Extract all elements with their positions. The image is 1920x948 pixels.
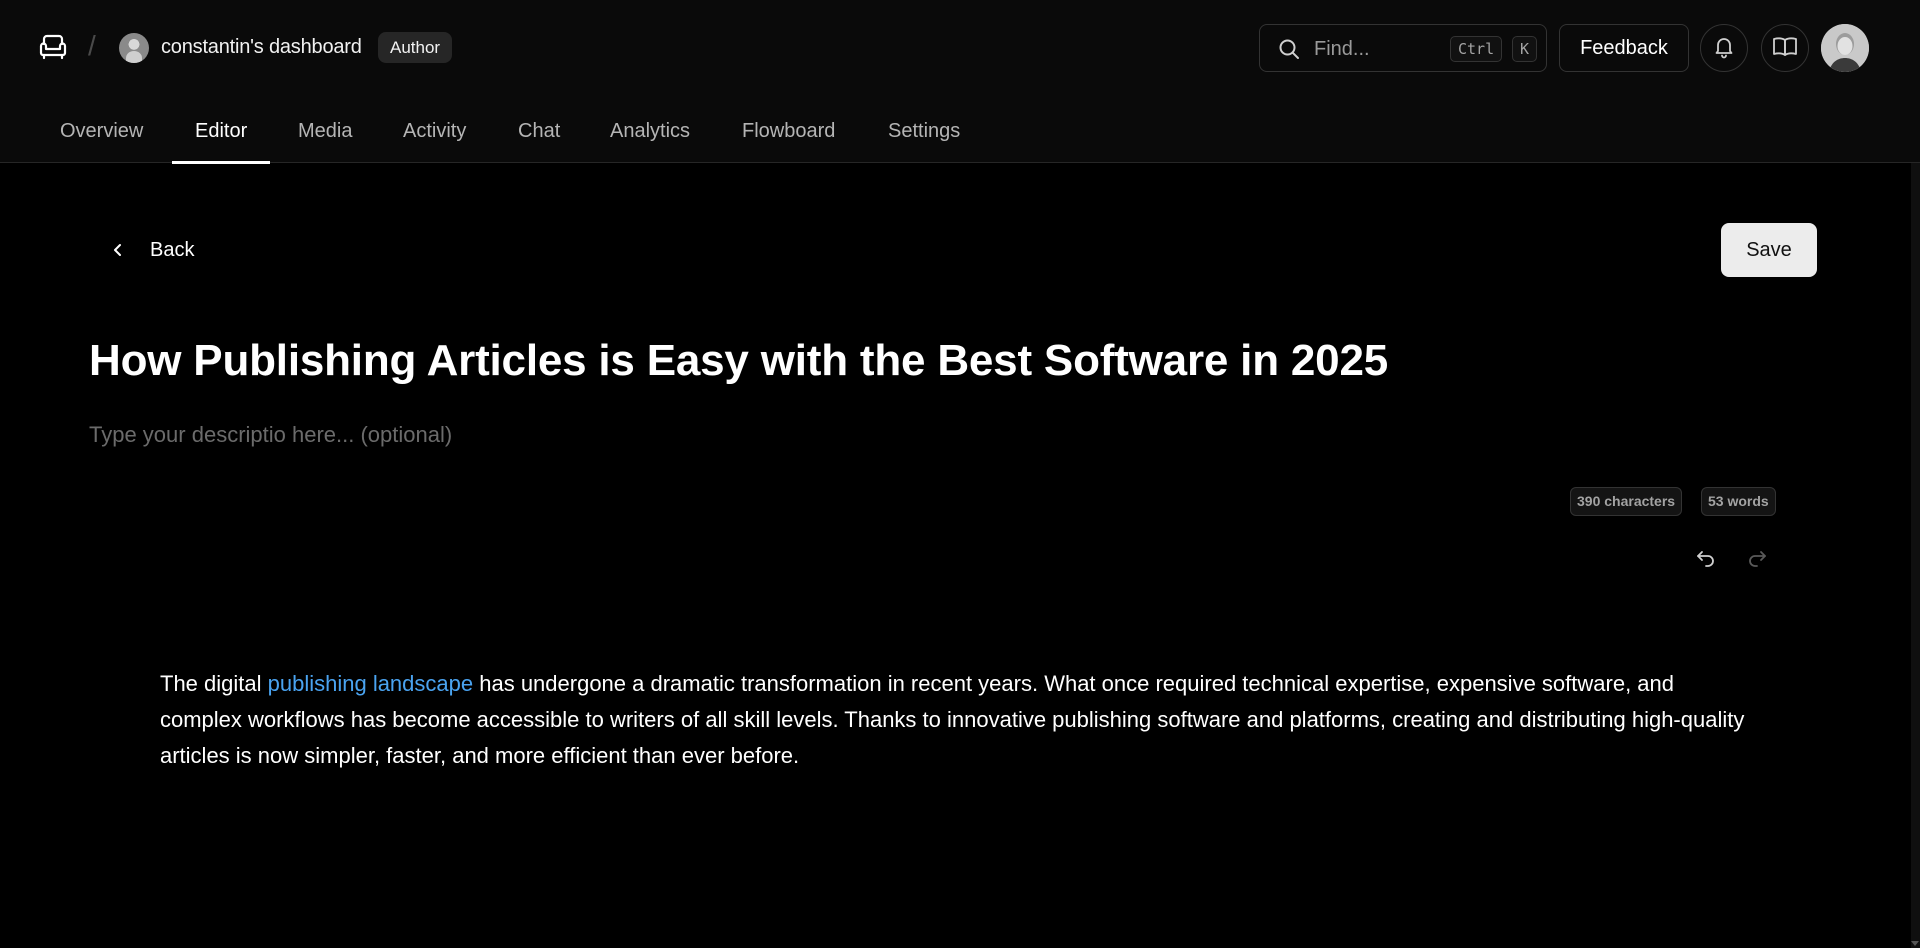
tab-chat[interactable]: Chat [518,120,560,163]
word-count-badge: 53 words [1701,487,1776,516]
docs-button[interactable] [1761,24,1809,72]
tab-flowboard[interactable]: Flowboard [742,120,835,163]
character-count-badge: 390 characters [1570,487,1683,516]
paragraph-text-start: The digital [160,671,268,696]
tab-settings[interactable]: Settings [888,120,960,163]
inline-link[interactable]: publishing landscape [268,671,474,696]
notifications-button[interactable] [1700,24,1748,72]
tab-media[interactable]: Media [298,120,352,163]
undo-icon [1695,548,1717,571]
redo-button[interactable] [1743,545,1771,573]
back-button[interactable]: Back [104,230,204,270]
user-avatar[interactable] [1821,24,1869,72]
shortcut-k-key: K [1512,36,1538,62]
breadcrumb-separator: / [88,30,96,61]
search-box[interactable]: Find... Ctrl K [1259,24,1547,72]
paragraph: The digital publishing landscape has und… [160,666,1760,774]
back-label: Back [150,238,195,261]
save-button[interactable]: Save [1721,223,1817,277]
logo-icon[interactable] [36,30,70,64]
top-header: / constantin's dashboard Author Find... … [0,0,1920,164]
shortcut-ctrl-key: Ctrl [1450,36,1503,62]
search-placeholder: Find... [1314,38,1370,60]
tab-analytics[interactable]: Analytics [610,120,690,163]
chevron-left-icon [104,236,132,264]
bell-icon [1712,35,1736,62]
article-body[interactable]: The digital publishing landscape has und… [160,666,1760,774]
tab-activity[interactable]: Activity [403,120,466,163]
search-icon [1278,38,1300,60]
redo-icon [1746,548,1768,571]
feedback-button[interactable]: Feedback [1559,24,1689,72]
dashboard-name[interactable]: constantin's dashboard [161,36,362,59]
tab-bar: Overview Editor Media Activity Chat Anal… [0,112,1920,164]
undo-button[interactable] [1692,545,1720,573]
description-input[interactable] [89,419,1489,451]
article-title[interactable]: How Publishing Articles is Easy with the… [89,336,1388,386]
tab-overview[interactable]: Overview [60,120,143,163]
scrollbar[interactable] [1911,163,1920,948]
role-badge: Author [378,32,453,63]
tab-editor[interactable]: Editor [171,120,271,164]
book-open-icon [1772,35,1798,62]
team-avatar[interactable] [119,33,149,63]
scroll-down-arrow-icon[interactable] [1911,941,1919,946]
